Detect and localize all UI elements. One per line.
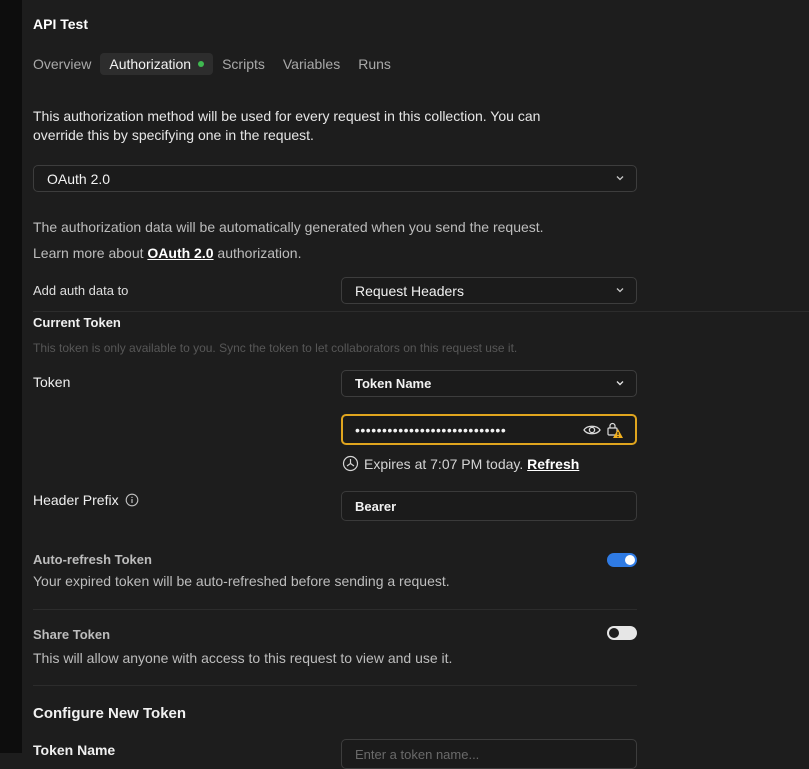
refresh-link[interactable]: Refresh	[527, 456, 579, 472]
share-token-label: Share Token	[33, 627, 111, 642]
header-prefix-row: Header Prefix	[33, 492, 139, 508]
token-value-field[interactable]: ••••••••••••••••••••••••••••	[341, 414, 637, 445]
intro-line-2: override this by specifying one in the r…	[33, 127, 314, 143]
auto-refresh-description: Your expired token will be auto-refreshe…	[33, 573, 450, 589]
lock-warning-icon	[607, 422, 623, 438]
tab-variables[interactable]: Variables	[274, 53, 349, 75]
left-edge	[0, 0, 22, 753]
expires-text: Expires at 7:07 PM today.	[364, 455, 524, 472]
tab-overview[interactable]: Overview	[22, 53, 100, 75]
tab-runs[interactable]: Runs	[349, 53, 400, 75]
add-auth-data-select[interactable]: Request Headers	[341, 277, 637, 304]
tab-runs-label: Runs	[358, 56, 391, 72]
token-label: Token	[33, 374, 71, 390]
tab-variables-label: Variables	[282, 56, 341, 72]
learn-more-prefix: Learn more about	[33, 245, 148, 261]
token-expiry: Expires at 7:07 PM today. Refresh	[342, 455, 579, 472]
token-masked-value: ••••••••••••••••••••••••••••	[355, 422, 507, 438]
info-icon[interactable]	[125, 493, 139, 507]
divider	[33, 609, 637, 610]
auto-refresh-label: Auto-refresh Token	[33, 552, 152, 567]
token-name-value: Token Name	[355, 376, 432, 391]
divider	[33, 685, 637, 686]
tab-authorization-label: Authorization	[109, 56, 192, 72]
auto-generated-note: The authorization data will be automatic…	[33, 219, 544, 235]
tab-scripts-label: Scripts	[222, 56, 265, 72]
add-auth-data-label: Add auth data to	[33, 283, 129, 298]
intro-line-1: This authorization method will be used f…	[33, 108, 541, 124]
collection-title: API Test	[33, 16, 88, 32]
tab-scripts[interactable]: Scripts	[213, 53, 274, 75]
token-name-label: Token Name	[33, 742, 116, 758]
toggle-knob	[609, 628, 619, 638]
chevron-down-icon	[616, 176, 624, 181]
token-name-select[interactable]: Token Name	[341, 370, 637, 397]
chevron-down-icon	[616, 288, 624, 293]
tab-authorization[interactable]: Authorization	[100, 53, 214, 75]
chevron-down-icon	[616, 381, 624, 386]
learn-more-text: Learn more about OAuth 2.0 authorization…	[33, 243, 301, 263]
token-name-placeholder: Enter a token name...	[355, 746, 480, 762]
learn-more-suffix: authorization.	[213, 245, 302, 261]
auto-refresh-toggle[interactable]	[607, 553, 637, 567]
auth-type-select[interactable]: OAuth 2.0	[33, 165, 637, 192]
divider	[33, 311, 809, 312]
share-token-description: This will allow anyone with access to th…	[33, 650, 453, 666]
clock-icon	[342, 455, 359, 472]
current-token-description: This token is only available to you. Syn…	[33, 341, 518, 355]
oauth-docs-link[interactable]: OAuth 2.0	[147, 245, 213, 261]
header-prefix-label: Header Prefix	[33, 492, 119, 508]
toggle-knob	[625, 555, 635, 565]
eye-icon[interactable]	[583, 423, 601, 437]
configure-new-token-heading: Configure New Token	[33, 705, 187, 722]
header-prefix-value: Bearer	[355, 498, 397, 514]
tab-bar: Overview Authorization Scripts Variables…	[22, 53, 400, 75]
header-prefix-input[interactable]: Bearer	[341, 491, 637, 521]
current-token-heading: Current Token	[33, 315, 121, 330]
tab-overview-label: Overview	[33, 56, 92, 72]
add-auth-data-value: Request Headers	[355, 282, 464, 299]
status-dot-icon	[198, 61, 205, 67]
token-name-input[interactable]: Enter a token name...	[341, 739, 637, 769]
collection-settings-panel: API Test Overview Authorization Scripts …	[22, 0, 809, 769]
auth-type-value: OAuth 2.0	[47, 170, 111, 187]
share-token-toggle[interactable]	[607, 626, 637, 640]
